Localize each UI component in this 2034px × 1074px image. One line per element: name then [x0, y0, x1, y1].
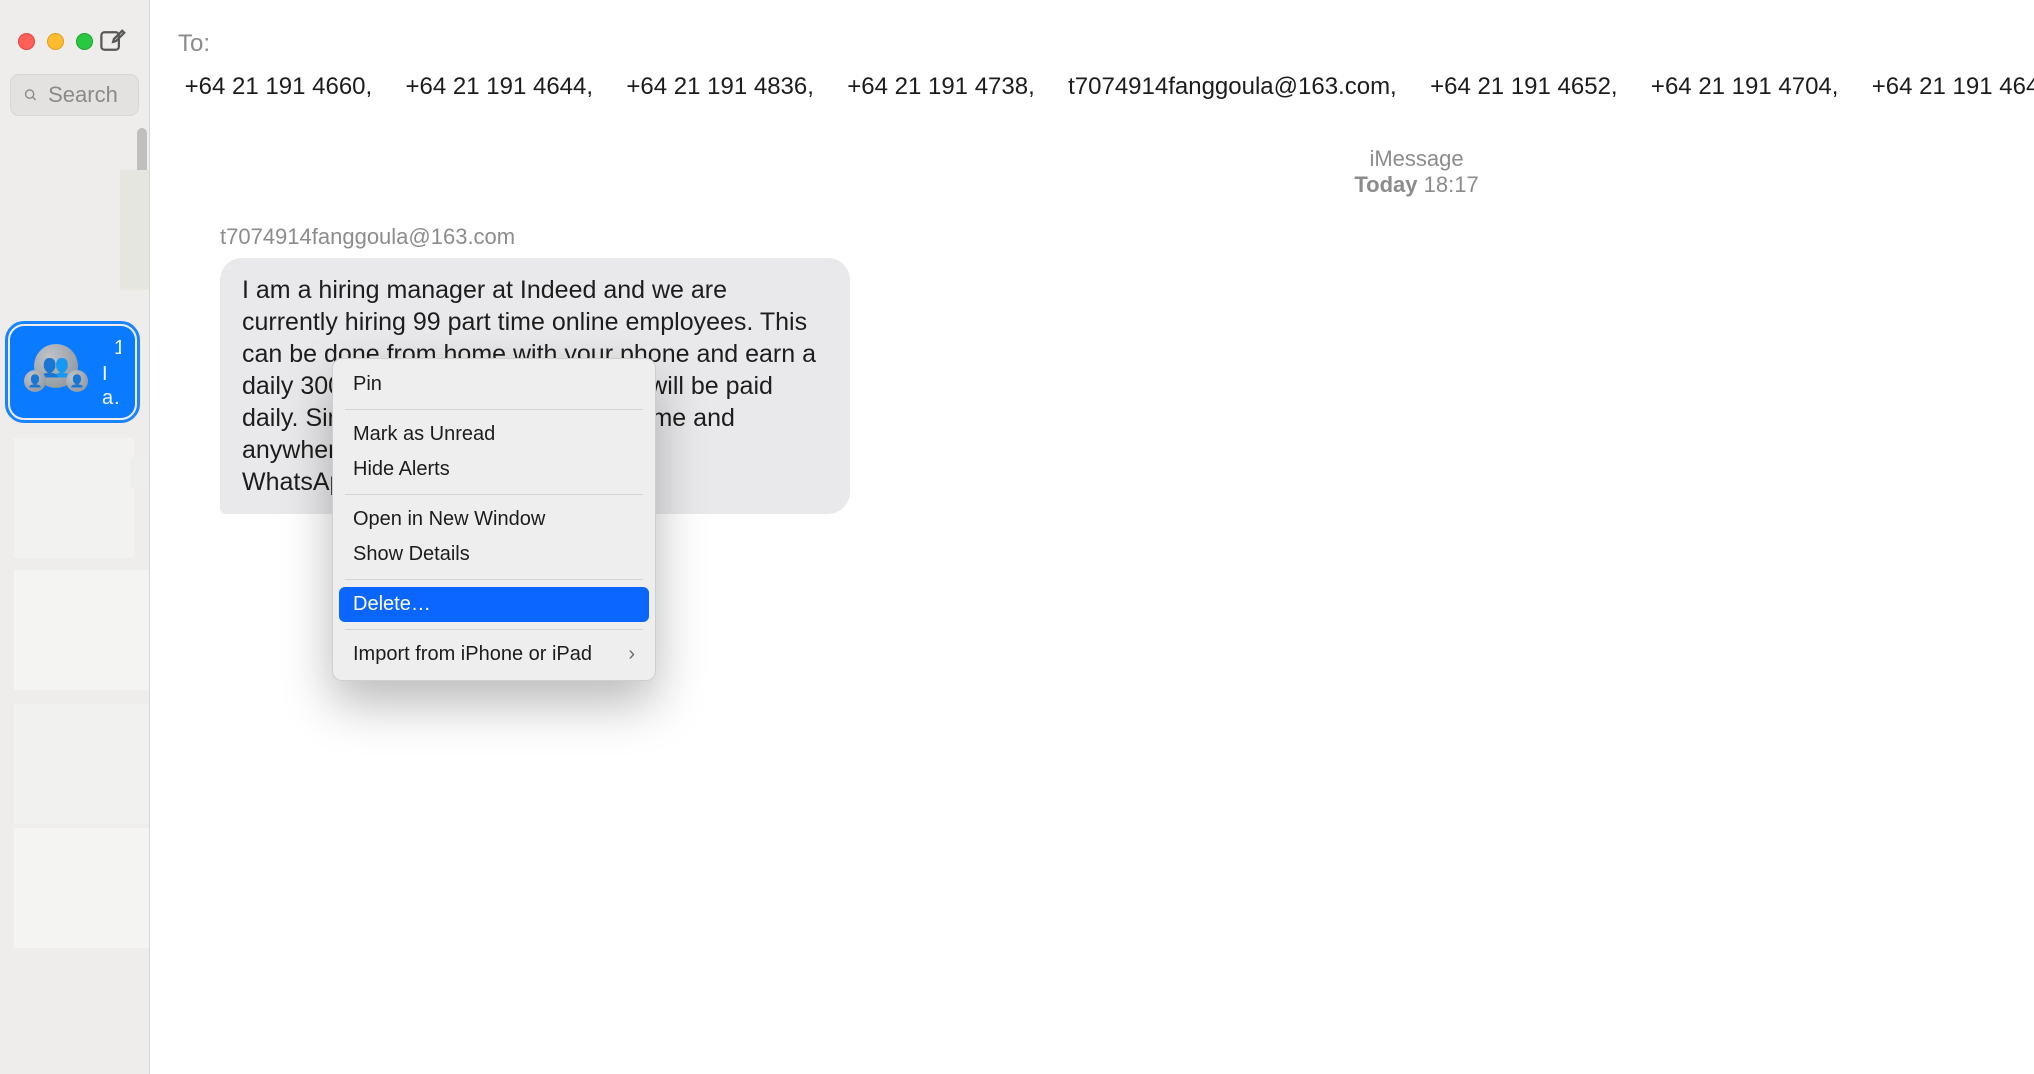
- menu-label: Delete…: [353, 593, 431, 616]
- search-field[interactable]: [10, 74, 139, 116]
- menu-separator: [345, 629, 643, 630]
- conversation-row-blurred: [14, 438, 134, 558]
- fullscreen-window-button[interactable]: [76, 33, 93, 50]
- person-icon: 👤: [28, 375, 43, 387]
- pinned-conversation-blurred: [120, 170, 149, 290]
- menu-label: Mark as Unread: [353, 423, 495, 446]
- minimize-window-button[interactable]: [47, 33, 64, 50]
- search-icon: [23, 85, 38, 105]
- recipient[interactable]: +64 21 191 4646,: [1865, 73, 2034, 100]
- menu-separator: [345, 579, 643, 580]
- conversation-row-blurred: [14, 704, 149, 824]
- people-icon: 👥: [42, 355, 69, 377]
- menu-separator: [345, 494, 643, 495]
- menu-label: Import from iPhone or iPad: [353, 643, 592, 666]
- context-menu-pin[interactable]: Pin: [339, 367, 649, 402]
- thread-timestamp: iMessage Today 18:17: [220, 146, 2034, 198]
- close-window-button[interactable]: [18, 33, 35, 50]
- recipient-list: +64 21 191 4660, +64 21 191 4644, +64 21…: [178, 73, 2034, 100]
- conversation-row-blurred: [14, 570, 149, 690]
- compose-icon: [97, 26, 127, 56]
- service-label: iMessage: [220, 146, 2034, 172]
- conversation-row-blurred: [130, 458, 149, 488]
- menu-label: Hide Alerts: [353, 458, 450, 481]
- message-sender: t7074914fanggoula@163.com: [220, 224, 2034, 250]
- person-icon: 👤: [70, 375, 85, 387]
- to-field[interactable]: To: +64 21 191 4660, +64 21 191 4644, +6…: [150, 0, 2034, 114]
- window-controls: [18, 33, 93, 50]
- conversation-text: +64 21 191 4660, +64 21 19... 18:17 I am…: [102, 334, 121, 410]
- conversation-preview: I am a hiring manager at Indeed and we a…: [102, 362, 121, 410]
- context-menu: Pin Mark as Unread Hide Alerts Open in N…: [332, 358, 656, 681]
- compose-button[interactable]: [93, 22, 131, 60]
- recipient[interactable]: +64 21 191 4660,: [178, 73, 399, 100]
- recipient[interactable]: +64 21 191 4738,: [841, 73, 1062, 100]
- context-menu-mark-unread[interactable]: Mark as Unread: [339, 417, 649, 452]
- sidebar: 👥 👤 👤 +64 21 191 4660, +64 21 19... 18:1…: [0, 0, 150, 1074]
- context-menu-hide-alerts[interactable]: Hide Alerts: [339, 452, 649, 487]
- to-label: To:: [178, 30, 210, 57]
- menu-label: Open in New Window: [353, 508, 545, 531]
- day-label: Today: [1354, 172, 1417, 197]
- conversation-list[interactable]: 👥 👤 👤 +64 21 191 4660, +64 21 19... 18:1…: [0, 128, 149, 1074]
- search-input[interactable]: [48, 82, 126, 108]
- recipient[interactable]: +64 21 191 4704,: [1644, 73, 1865, 100]
- search-container: [0, 70, 149, 128]
- menu-label: Pin: [353, 373, 382, 396]
- messages-window: 👥 👤 👤 +64 21 191 4660, +64 21 19... 18:1…: [0, 0, 2034, 1074]
- menu-label: Show Details: [353, 543, 470, 566]
- conversation-row-blurred: [14, 828, 149, 948]
- recipient[interactable]: +64 21 191 4836,: [620, 73, 841, 100]
- conversation-time: 18:17: [114, 337, 121, 360]
- context-menu-delete[interactable]: Delete…: [339, 587, 649, 622]
- recipient[interactable]: t7074914fanggoula@163.com,: [1061, 73, 1423, 100]
- context-menu-open-new-window[interactable]: Open in New Window: [339, 502, 649, 537]
- context-menu-show-details[interactable]: Show Details: [339, 537, 649, 572]
- time-value: 18:17: [1424, 172, 1479, 197]
- recipient[interactable]: +64 21 191 4644,: [399, 73, 620, 100]
- chevron-right-icon: ›: [628, 643, 635, 666]
- menu-separator: [345, 409, 643, 410]
- titlebar: [0, 0, 149, 70]
- conversation-row-selected[interactable]: 👥 👤 👤 +64 21 191 4660, +64 21 19... 18:1…: [10, 326, 135, 418]
- group-avatar: 👥 👤 👤: [24, 340, 88, 404]
- recipient[interactable]: +64 21 191 4652,: [1423, 73, 1644, 100]
- context-menu-import[interactable]: Import from iPhone or iPad ›: [339, 637, 649, 672]
